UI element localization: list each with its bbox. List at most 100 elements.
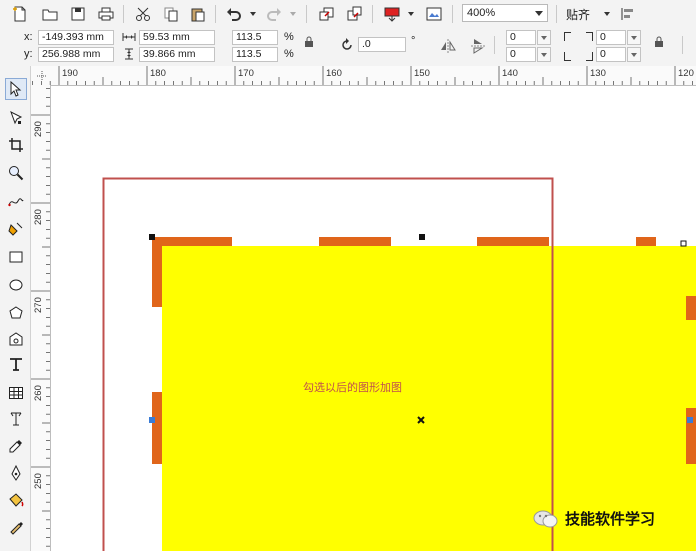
print-icon[interactable] <box>96 4 116 24</box>
orange-dash <box>152 237 232 246</box>
smart-fill-icon[interactable] <box>5 218 27 240</box>
outline-field-c[interactable]: 0 <box>596 30 626 45</box>
ruler-label: 180 <box>150 68 166 79</box>
freehand-tool-icon[interactable] <box>5 190 27 212</box>
horizontal-ruler[interactable]: 190 180 170 160 150 140 130 120 <box>31 66 696 86</box>
text-tool-icon[interactable] <box>5 353 27 375</box>
shape-tool-icon[interactable] <box>5 107 27 129</box>
orange-dash <box>152 392 162 464</box>
selection-handle[interactable] <box>149 234 155 240</box>
orange-dash <box>319 237 391 246</box>
vertical-ruler[interactable]: 290 280 270 260 250 <box>31 85 51 551</box>
pick-tool-icon[interactable] <box>5 78 27 100</box>
orange-dash <box>636 237 656 246</box>
corner-tr-icon <box>586 32 593 41</box>
redo-dropdown-icon[interactable] <box>290 12 296 16</box>
ruler-label: 290 <box>33 121 44 137</box>
ruler-label: 170 <box>238 68 254 79</box>
yellow-shape[interactable] <box>162 246 696 551</box>
orange-dash <box>686 296 696 320</box>
canvas-annotation: 勾选以后的图形加图 <box>303 382 402 394</box>
new-icon[interactable] <box>10 4 30 24</box>
open-icon[interactable] <box>40 4 60 24</box>
selection-handle[interactable] <box>419 234 425 240</box>
zoom-level-value: 400% <box>467 7 496 19</box>
rectangle-tool-icon[interactable] <box>5 246 27 268</box>
import-icon[interactable] <box>317 4 337 24</box>
x-label: x: <box>24 31 33 43</box>
scale-x-field[interactable]: 113.5 <box>232 30 278 45</box>
mirror-v-icon[interactable] <box>470 38 486 57</box>
spin-d-icon[interactable] <box>627 47 641 62</box>
ruler-label: 160 <box>326 68 342 79</box>
undo-icon[interactable] <box>224 4 244 24</box>
width-field[interactable]: 59.53 mm <box>139 30 215 45</box>
crop-tool-icon[interactable] <box>5 134 27 156</box>
x-position-field[interactable]: -149.393 mm <box>38 30 114 45</box>
y-position-field[interactable]: 256.988 mm <box>38 47 114 62</box>
export-icon[interactable] <box>345 4 365 24</box>
degree-symbol: ° <box>411 35 416 47</box>
mirror-h-icon[interactable] <box>440 38 456 57</box>
ruler-label: 260 <box>33 385 44 401</box>
corner-tl-icon <box>564 32 571 41</box>
scale-y-field[interactable]: 113.5 <box>232 47 278 62</box>
spin-c-icon[interactable] <box>627 30 641 45</box>
corner-lock-icon[interactable] <box>654 36 664 51</box>
ruler-origin-icon[interactable] <box>36 70 48 85</box>
snap-menu-icon[interactable] <box>604 12 610 16</box>
y-label: y: <box>24 48 33 60</box>
undo-dropdown-icon[interactable] <box>250 12 256 16</box>
ruler-label: 280 <box>33 209 44 225</box>
property-bar: x: y: -149.393 mm 256.988 mm 59.53 mm 39… <box>0 28 696 67</box>
selection-handle[interactable] <box>680 240 687 247</box>
spin-b-icon[interactable] <box>537 47 551 62</box>
cut-icon[interactable] <box>133 4 153 24</box>
outline-pen-icon[interactable] <box>5 462 27 484</box>
height-field[interactable]: 39.866 mm <box>139 47 215 62</box>
eyedropper-icon[interactable] <box>5 435 27 457</box>
ruler-label: 270 <box>33 297 44 313</box>
outline-field-a[interactable]: 0 <box>506 30 536 45</box>
snap-button[interactable]: 贴齐 <box>566 6 590 23</box>
outline-field-d[interactable]: 0 <box>596 47 626 62</box>
orange-dash <box>686 408 696 464</box>
width-icon <box>122 31 136 46</box>
ellipse-tool-icon[interactable] <box>5 274 27 296</box>
drawing-canvas[interactable]: 勾选以后的图形加图 技能软件学习 <box>51 86 696 551</box>
horizontal-ruler-ticks: 190 180 170 160 150 140 130 120 <box>32 66 694 85</box>
ruler-label: 140 <box>502 68 518 79</box>
publish-dropdown-icon[interactable] <box>408 12 414 16</box>
polygon-tool-icon[interactable] <box>5 302 27 324</box>
basic-shapes-icon[interactable] <box>5 328 27 350</box>
selection-handle[interactable] <box>687 417 693 423</box>
scale-x-percent: % <box>284 31 294 43</box>
paste-icon[interactable] <box>188 4 208 24</box>
fill-tool-icon[interactable] <box>5 489 27 511</box>
ruler-label: 150 <box>414 68 430 79</box>
lock-icon[interactable] <box>304 36 314 51</box>
align-icon[interactable] <box>618 4 638 24</box>
save-icon[interactable] <box>68 4 88 24</box>
spin-a-icon[interactable] <box>537 30 551 45</box>
vertical-ruler-ticks: 290 280 270 260 250 <box>31 88 50 547</box>
standard-toolbar: 400% 贴齐 <box>0 0 696 29</box>
chevron-down-icon <box>535 11 543 16</box>
interactive-fill-icon[interactable] <box>5 516 27 538</box>
copy-icon[interactable] <box>161 4 181 24</box>
zoom-level-select[interactable]: 400% <box>462 4 548 22</box>
orange-dash <box>477 237 549 246</box>
angle-field[interactable]: .0 <box>358 37 406 52</box>
canvas-drawing <box>102 177 696 551</box>
table-tool-icon[interactable] <box>5 382 27 404</box>
selection-handle[interactable] <box>149 417 155 423</box>
publish-icon[interactable] <box>382 4 402 24</box>
zoom-tool-icon[interactable] <box>5 162 27 184</box>
watermark: 技能软件学习 <box>533 508 655 529</box>
fullscreen-icon[interactable] <box>424 4 444 24</box>
ruler-label: 120 <box>678 68 694 79</box>
watermark-text: 技能软件学习 <box>565 511 656 528</box>
redo-icon[interactable] <box>264 4 284 24</box>
parallel-dimension-icon[interactable] <box>5 408 27 430</box>
outline-field-b[interactable]: 0 <box>506 47 536 62</box>
